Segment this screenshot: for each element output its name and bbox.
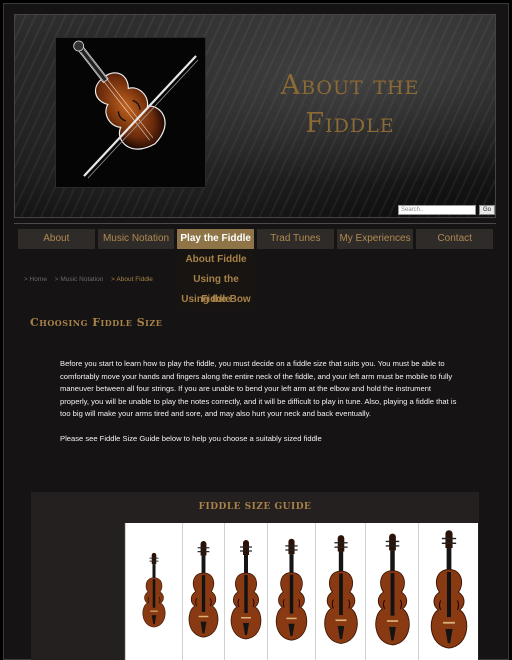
nav-dropdown: About Fiddle Using the Fiddle Using the … (178, 250, 254, 310)
size-guide-cell (125, 523, 182, 660)
violin-icon (142, 552, 166, 628)
nav-item-play-the-fiddle[interactable]: Play the Fiddle (177, 229, 255, 249)
violin-icon (188, 540, 219, 638)
violin-icon (323, 535, 358, 644)
search-go-button[interactable]: Go (479, 205, 495, 215)
nav-item-about[interactable]: About (18, 229, 95, 249)
main-nav: About Music Notation Play the Fiddle Tra… (18, 229, 494, 249)
site-title-line1: About the (280, 70, 420, 101)
violin-icon (230, 540, 262, 640)
site-title: About the Fiddle (255, 67, 445, 143)
size-guide-cell (224, 523, 267, 660)
breadcrumb-home[interactable]: > Home (24, 276, 47, 283)
size-guide-cell (365, 523, 418, 660)
breadcrumb: > Home > Music Notation > About Fiddle (24, 276, 159, 283)
size-guide-title: FIDDLE SIZE GUIDE (198, 502, 312, 512)
violin-icon (275, 538, 308, 641)
header-divider (14, 223, 496, 224)
size-guide-table: FIDDLE SIZE GUIDE (31, 492, 479, 660)
nav-item-my-experiences[interactable]: My Experiences (336, 229, 414, 249)
nav-item-contact[interactable]: Contact (416, 229, 494, 249)
violin-photo (55, 37, 206, 188)
size-guide-cell (182, 523, 224, 660)
nav-item-music-notation[interactable]: Music Notation (97, 229, 175, 249)
dropdown-item-using-the-bow[interactable]: Using the Bow (178, 290, 254, 310)
size-guide-cell (267, 523, 315, 660)
site-title-line2: Fiddle (305, 108, 395, 139)
dropdown-item-about-fiddle[interactable]: About Fiddle (178, 250, 254, 270)
size-guide-cell (315, 523, 365, 660)
violin-icon (374, 533, 410, 646)
size-guide-image-row (31, 523, 479, 660)
size-guide-row-label (31, 523, 125, 660)
section-heading: Choosing Fiddle Size (30, 316, 163, 329)
breadcrumb-music-notation[interactable]: > Music Notation (55, 276, 104, 283)
article-body: Before you start to learn how to play th… (60, 358, 460, 445)
search-input[interactable]: Search.. (398, 205, 476, 215)
size-guide-cell (418, 523, 478, 660)
article-paragraph-guide-note: Please see Fiddle Size Guide below to he… (60, 433, 322, 443)
dropdown-item-using-the-fiddle[interactable]: Using the Fiddle (178, 270, 254, 305)
breadcrumb-current: > About Fiddle (111, 276, 153, 283)
violin-icon (430, 530, 467, 649)
nav-item-trad-tunes[interactable]: Trad Tunes (257, 229, 334, 249)
violin-image-icon (73, 40, 199, 179)
article-paragraph: Before you start to learn how to play th… (60, 359, 457, 418)
header-banner: About the Fiddle (14, 14, 496, 218)
